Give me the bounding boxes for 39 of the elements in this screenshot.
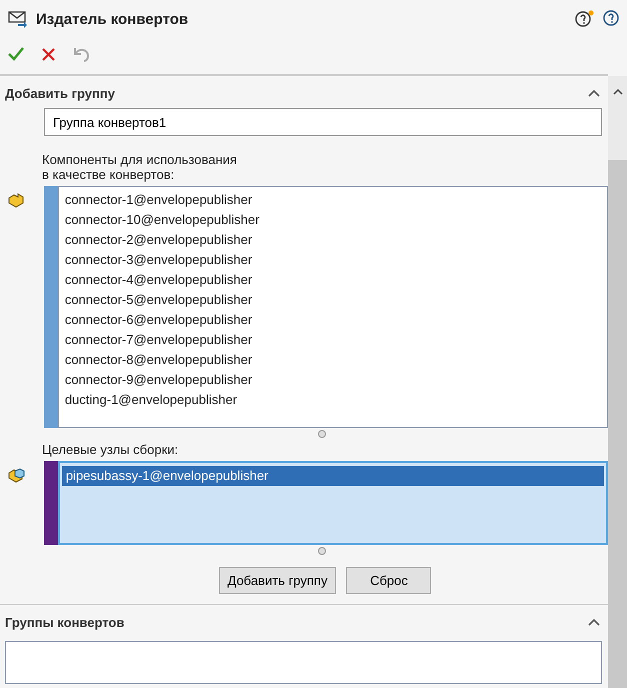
- list-item[interactable]: connector-5@envelopepublisher: [60, 290, 605, 310]
- list-item[interactable]: connector-6@envelopepublisher: [60, 310, 605, 330]
- undo-icon: [73, 46, 91, 62]
- section-title: Добавить группу: [5, 86, 115, 100]
- window-title: Издатель конвертов: [36, 10, 190, 28]
- selection-list[interactable]: [58, 186, 608, 428]
- list-item[interactable]: connector-4@envelopepublisher: [60, 270, 605, 290]
- list-item[interactable]: connector-10@envelopepublisher: [60, 210, 605, 230]
- selection-list[interactable]: pipesubassy-1@envelopepublisher: [58, 461, 608, 545]
- list-item[interactable]: ducting-1@envelopepublisher: [60, 390, 605, 410]
- collapse-icon[interactable]: [588, 89, 600, 97]
- collapse-icon[interactable]: [588, 618, 600, 626]
- list-item[interactable]: connector-3@envelopepublisher: [60, 250, 605, 270]
- group-name-field[interactable]: Группа конвертов1: [44, 108, 602, 136]
- resize-handle[interactable]: [318, 547, 326, 555]
- cancel-button[interactable]: [40, 46, 57, 62]
- close-icon: [42, 48, 55, 60]
- list-item[interactable]: connector-1@envelopepublisher: [60, 190, 605, 210]
- groups-list[interactable]: [5, 641, 602, 684]
- targets-label: Целевые узлы сборки:: [42, 442, 180, 457]
- ok-button[interactable]: [6, 45, 26, 63]
- scroll-up-icon[interactable]: [612, 88, 622, 94]
- assembly-icon: [6, 467, 25, 483]
- list-item[interactable]: connector-2@envelopepublisher: [60, 230, 605, 250]
- whats-new-help-icon[interactable]: [575, 10, 595, 28]
- components-label: Компоненты для использования в качестве конвертов:: [42, 152, 238, 182]
- list-item[interactable]: connector-8@envelopepublisher: [60, 350, 605, 370]
- list-item[interactable]: connector-9@envelopepublisher: [60, 370, 605, 390]
- help-icon[interactable]: [603, 10, 619, 26]
- action-button[interactable]: Добавить группу: [218, 567, 336, 594]
- action-button[interactable]: Сброс: [346, 567, 432, 594]
- resize-handle[interactable]: [318, 430, 326, 438]
- envelope-icon: [8, 10, 28, 28]
- list-item[interactable]: connector-7@envelopepublisher: [60, 330, 605, 350]
- check-icon: [8, 47, 24, 61]
- section-title: Группы конвертов: [5, 614, 124, 630]
- part-icon: [6, 192, 25, 208]
- scrollbar[interactable]: [608, 76, 627, 688]
- list-item[interactable]: pipesubassy-1@envelopepublisher: [62, 466, 604, 486]
